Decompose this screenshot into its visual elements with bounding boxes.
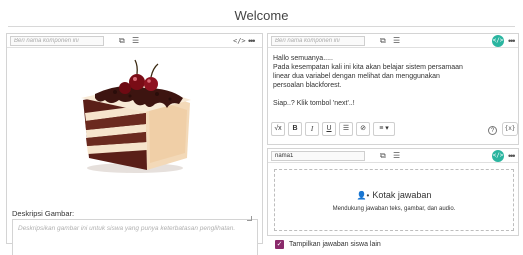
more-options-icon[interactable]: ••• [508,36,516,46]
text-line: Pada kesempatan kali ini kita akan belaj… [273,64,463,71]
component-name-input[interactable] [10,36,104,46]
variables-button[interactable]: {x} [502,122,518,136]
help-icon[interactable]: ? [488,126,497,135]
formatting-toolbar: √x B I U ☰ ⊘ ≡ ▾ [271,122,395,136]
panel-header: ⧉ ☰ </> ••• [268,34,518,48]
title-divider [8,26,515,27]
answer-box-subtitle: Mendukung jawaban teks, gambar, dan audi… [332,206,456,212]
math-button[interactable]: √x [271,122,285,136]
panel-header: ⧉ ☰ </> ••• [268,149,518,163]
copy-icon[interactable]: ⧉ [380,36,386,46]
text-component-panel: ⧉ ☰ </> ••• Hallo semuanya..... Pada kes… [267,33,519,145]
answer-component-panel: ⧉ ☰ </> ••• 👤•Kotak jawaban Mendukung ja… [267,148,519,236]
code-icon[interactable]: </> [492,150,504,162]
list-icon[interactable]: ☰ [393,151,400,161]
copy-icon[interactable]: ⧉ [380,151,386,161]
image-description-label: Deskripsi Gambar: [12,209,75,218]
answer-box[interactable]: 👤• Kotak jawaban Mendukung jawaban teks, … [274,169,514,231]
code-icon[interactable]: </> [492,35,504,47]
copy-icon[interactable]: ⧉ [119,36,125,46]
align-dropdown[interactable]: ≡ ▾ [373,122,395,136]
more-options-icon[interactable]: ••• [248,36,256,46]
link-button[interactable]: ⊘ [356,122,370,136]
component-name-input[interactable] [271,151,365,161]
text-line: Siap..? Klik tombol 'next'..! [273,100,355,107]
show-answers-label: Tampilkan jawaban siswa lain [289,241,381,248]
rich-text-content[interactable]: Hallo semuanya..... Pada kesempatan kali… [273,54,513,108]
text-line: linear dua variabel dengan melihat dan m… [273,73,440,80]
users-icon: 👤• [356,191,370,200]
answer-box-title: Kotak jawaban [372,190,432,200]
component-name-input[interactable] [271,36,365,46]
text-line: Hallo semuanya..... [273,55,333,62]
image-description-input[interactable] [12,219,258,255]
italic-button[interactable]: I [305,122,319,136]
underline-button[interactable]: U [322,122,336,136]
list-button[interactable]: ☰ [339,122,353,136]
list-icon[interactable]: ☰ [132,36,139,46]
more-options-icon[interactable]: ••• [508,151,516,161]
text-line: persoalan blackforest. [273,82,342,89]
list-icon[interactable]: ☰ [393,36,400,46]
page-title: Welcome [234,8,289,23]
cake-image [75,58,200,176]
image-component-panel: ⧉ ☰ </> ••• [6,33,263,255]
show-answers-checkbox[interactable]: ✓ [275,240,284,249]
panel-header: ⧉ ☰ </> ••• [7,34,262,48]
bold-button[interactable]: B [288,122,302,136]
show-other-answers-option[interactable]: ✓ Tampilkan jawaban siswa lain [275,240,381,249]
resize-handle[interactable] [247,216,252,221]
code-icon[interactable]: </> [233,36,246,46]
